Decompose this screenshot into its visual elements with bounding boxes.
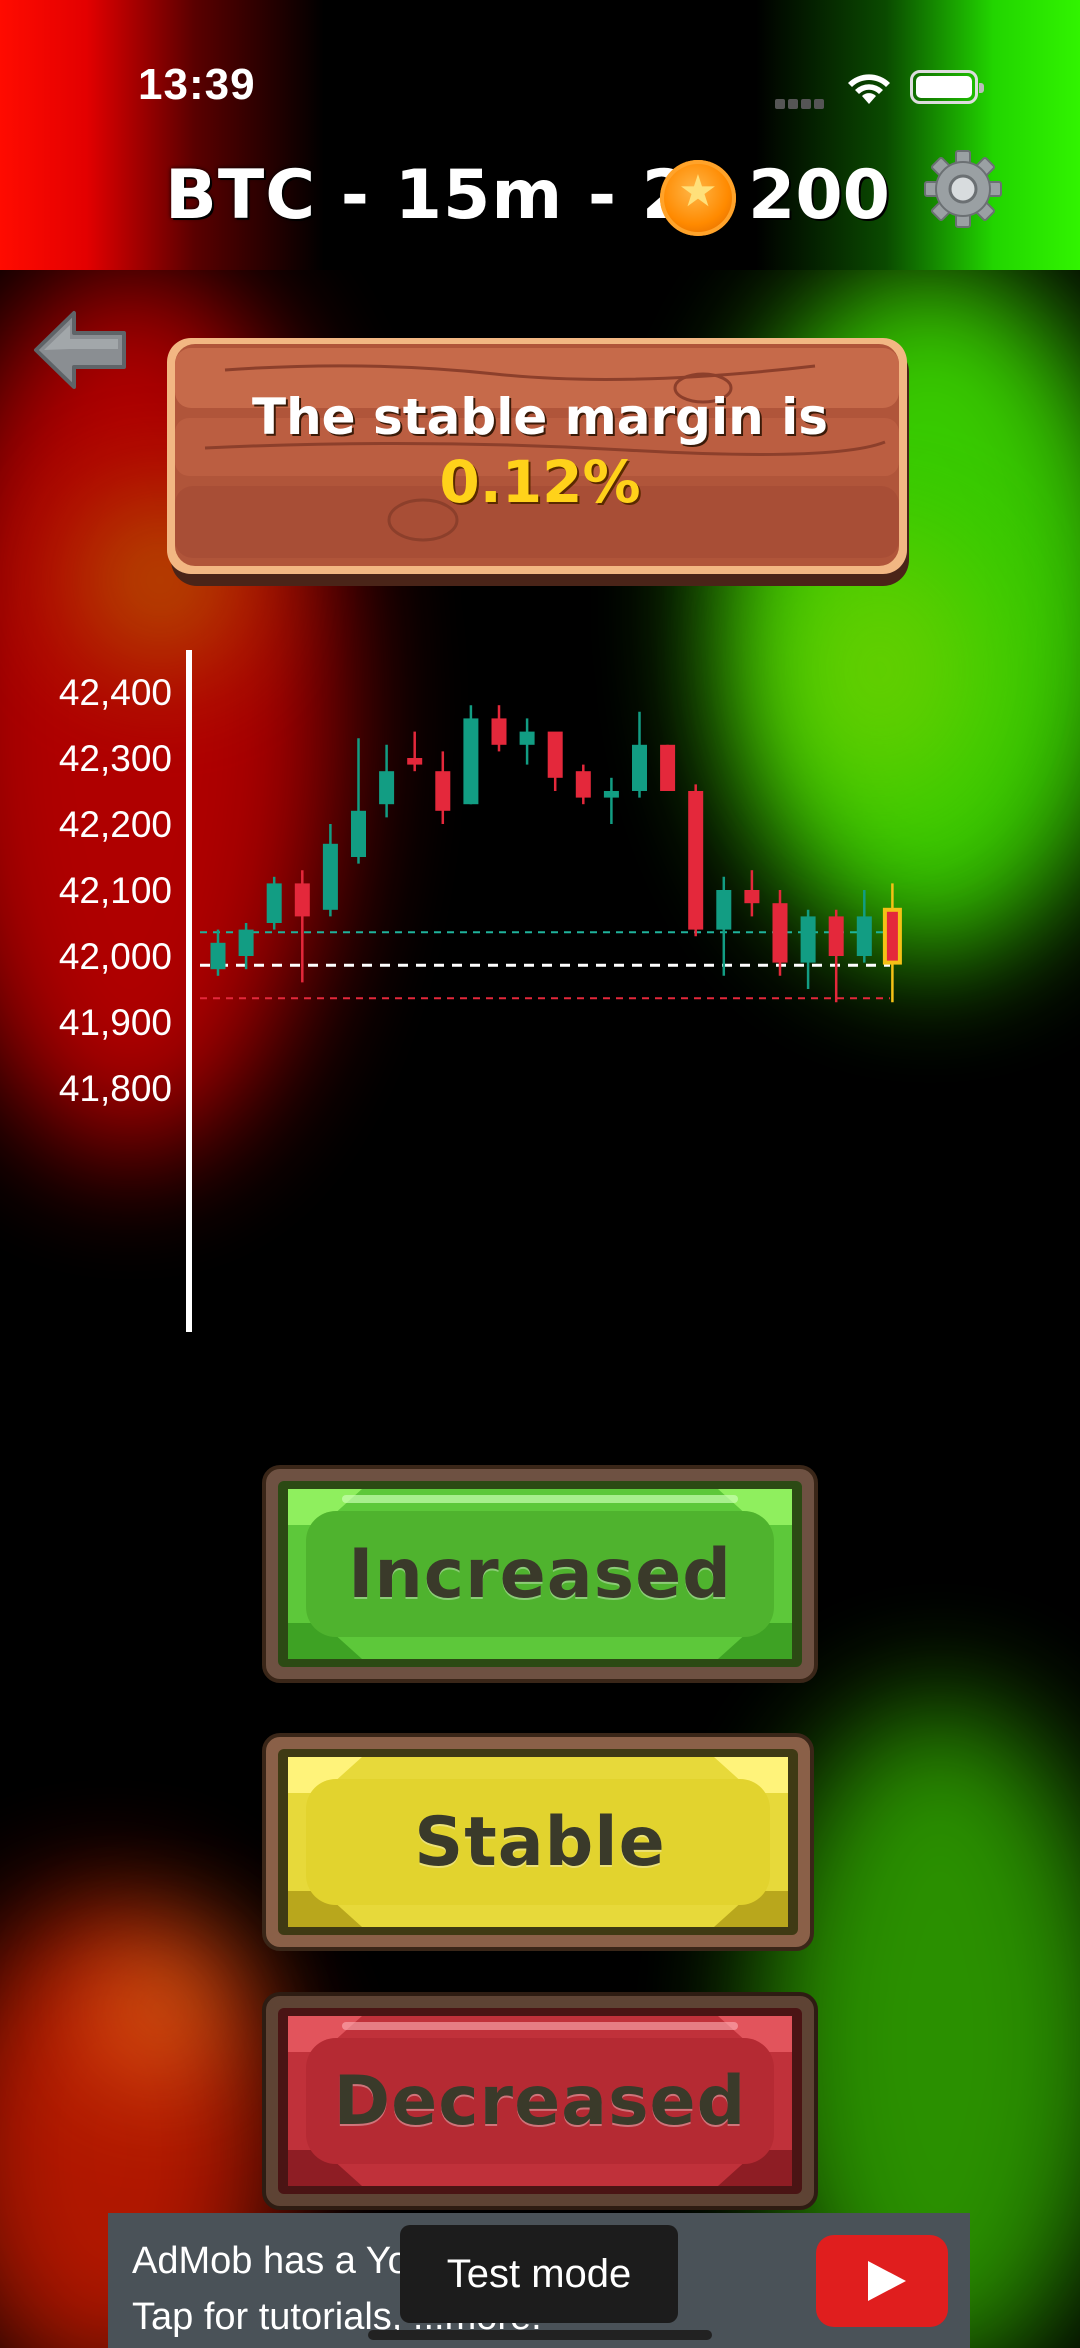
dynamic-island <box>372 36 708 134</box>
increased-button[interactable]: Increased <box>262 1465 818 1683</box>
stable-label: Stable <box>414 1802 666 1882</box>
candle-body <box>407 758 423 765</box>
candle-body <box>603 791 619 798</box>
candle-body <box>294 883 310 917</box>
y-tick-label: 42,400 <box>59 672 172 713</box>
candle-body <box>744 890 760 904</box>
candle-body <box>632 744 647 791</box>
youtube-play-icon[interactable] <box>816 2235 948 2327</box>
candle-body <box>519 731 535 745</box>
candle-body <box>575 771 591 798</box>
decreased-button[interactable]: Decreased <box>262 1992 818 2210</box>
title-bar: BTC - 15m - 2 200 <box>0 150 1080 250</box>
coin-icon <box>660 160 736 236</box>
stable-margin-sign: The stable margin is 0.12% <box>165 330 915 595</box>
candle-body <box>772 903 788 963</box>
cellular-signal-icon <box>775 94 827 109</box>
decreased-label: Decreased <box>333 2061 747 2141</box>
back-arrow-icon[interactable] <box>30 305 130 395</box>
candle-body <box>435 771 451 811</box>
candle-body <box>238 929 254 956</box>
candle-body <box>379 771 395 805</box>
battery-icon <box>910 70 984 104</box>
y-tick-label: 42,000 <box>59 936 172 977</box>
settings-gear-icon[interactable] <box>922 148 1004 230</box>
status-bar: 13:39 <box>0 0 1080 170</box>
ad-banner[interactable]: AdMob has a Your... Tap for tutorials, .… <box>108 2213 970 2348</box>
candle-body <box>351 810 366 857</box>
candle-body <box>547 731 563 778</box>
candle-body <box>491 718 507 745</box>
home-indicator <box>368 2330 712 2340</box>
market-title: BTC - 15m - 2 <box>165 156 691 235</box>
y-tick-label: 42,100 <box>59 870 172 911</box>
status-time: 13:39 <box>138 60 256 109</box>
price-chart: 42,400 42,300 42,200 42,100 42,000 41,900 41,8… <box>59 650 902 1332</box>
candle-body <box>322 843 338 910</box>
y-tick-label: 41,800 <box>59 1068 172 1109</box>
candle-body <box>856 916 872 956</box>
y-tick-label: 42,200 <box>59 804 172 845</box>
sign-caption: The stable margin is <box>251 388 828 446</box>
y-tick-label: 41,900 <box>59 1002 172 1043</box>
increased-label: Increased <box>348 1534 732 1614</box>
coin-balance: 200 <box>748 156 890 235</box>
wifi-icon <box>848 74 890 104</box>
candle-body <box>210 942 226 970</box>
candle-body <box>716 890 732 930</box>
stable-button[interactable]: Stable <box>262 1733 818 1951</box>
stable-margin-value: 0.12% <box>439 448 641 516</box>
candle-body <box>463 718 479 805</box>
candle-body <box>688 791 704 930</box>
candle-body <box>828 916 844 956</box>
candle-body <box>266 883 282 923</box>
y-tick-label: 42,300 <box>59 738 172 779</box>
candle-body <box>660 744 676 791</box>
test-mode-badge: Test mode <box>400 2225 678 2323</box>
candle-body <box>800 916 816 963</box>
candle-body <box>882 907 902 965</box>
